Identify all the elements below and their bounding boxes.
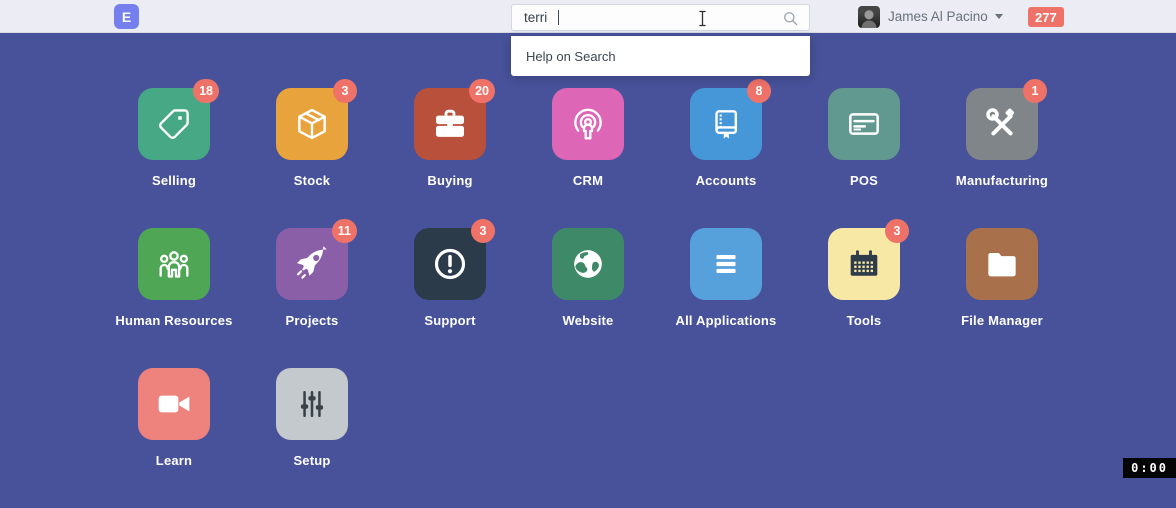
- module-tools[interactable]: 3 Tools: [795, 228, 933, 328]
- tag-icon: [155, 105, 193, 143]
- mouse-cursor-ibeam: [697, 9, 708, 33]
- search-icon[interactable]: [782, 10, 799, 27]
- tools-icon: [982, 104, 1022, 144]
- module-label: Selling: [152, 173, 196, 188]
- module-label: Manufacturing: [956, 173, 1048, 188]
- module-label: Learn: [156, 453, 192, 468]
- module-accounts[interactable]: 8 Accounts: [657, 88, 795, 188]
- module-label: Setup: [293, 453, 330, 468]
- globe-icon: [568, 244, 608, 284]
- module-icon-box[interactable]: 1: [966, 88, 1038, 160]
- rocket-icon: [292, 244, 332, 284]
- module-label: Projects: [286, 313, 339, 328]
- module-icon-box[interactable]: 11: [276, 228, 348, 300]
- people-icon: [154, 244, 194, 284]
- package-icon: [293, 105, 331, 143]
- module-label: Support: [424, 313, 475, 328]
- search-dropdown-item[interactable]: Help on Search: [526, 49, 616, 64]
- module-label: Tools: [847, 313, 882, 328]
- calendar-icon: [845, 245, 883, 283]
- module-projects[interactable]: 11 Projects: [243, 228, 381, 328]
- module-icon-box[interactable]: [966, 228, 1038, 300]
- issue-icon: [430, 244, 470, 284]
- module-label: Accounts: [696, 173, 757, 188]
- module-crm[interactable]: CRM: [519, 88, 657, 188]
- user-area: James Al Pacino 277: [858, 0, 1003, 33]
- module-badge-count: 3: [885, 219, 909, 243]
- module-buying[interactable]: 20 Buying: [381, 88, 519, 188]
- menu-icon: [706, 244, 746, 284]
- module-label: Website: [562, 313, 613, 328]
- avatar[interactable]: [858, 6, 880, 28]
- module-badge-count: 3: [333, 79, 357, 103]
- module-icon-box[interactable]: 18: [138, 88, 210, 160]
- module-pos[interactable]: POS: [795, 88, 933, 188]
- user-menu[interactable]: James Al Pacino: [888, 9, 1003, 24]
- module-label: Buying: [427, 173, 472, 188]
- broadcast-icon: [568, 104, 608, 144]
- user-name-label: James Al Pacino: [888, 9, 988, 24]
- module-icon-box[interactable]: [552, 228, 624, 300]
- recording-timer: 0:00: [1123, 458, 1176, 478]
- module-badge-count: 18: [193, 79, 219, 103]
- module-icon-box[interactable]: [138, 368, 210, 440]
- briefcase-icon: [430, 104, 470, 144]
- module-icon-box[interactable]: 20: [414, 88, 486, 160]
- module-label: Human Resources: [115, 313, 232, 328]
- folder-icon: [982, 244, 1022, 284]
- credit-card-icon: [844, 104, 884, 144]
- video-icon: [154, 384, 194, 424]
- module-setup[interactable]: Setup: [243, 368, 381, 468]
- sliders-icon: [293, 385, 331, 423]
- text-caret: [558, 10, 559, 25]
- module-human-resources[interactable]: Human Resources: [105, 228, 243, 328]
- module-label: CRM: [573, 173, 603, 188]
- module-badge-count: 8: [747, 79, 771, 103]
- module-learn[interactable]: Learn: [105, 368, 243, 468]
- module-icon-box[interactable]: [138, 228, 210, 300]
- search-dropdown: Help on Search: [511, 36, 810, 76]
- module-support[interactable]: 3 Support: [381, 228, 519, 328]
- notification-count-badge[interactable]: 277: [1028, 7, 1064, 27]
- module-stock[interactable]: 3 Stock: [243, 88, 381, 188]
- module-badge-count: 11: [332, 219, 357, 243]
- module-selling[interactable]: 18 Selling: [105, 88, 243, 188]
- module-icon-box[interactable]: 3: [276, 88, 348, 160]
- module-icon-box[interactable]: [552, 88, 624, 160]
- global-search: Help on Search: [511, 4, 810, 31]
- module-label: File Manager: [961, 313, 1043, 328]
- module-manufacturing[interactable]: 1 Manufacturing: [933, 88, 1071, 188]
- module-all-applications[interactable]: All Applications: [657, 228, 795, 328]
- module-label: POS: [850, 173, 878, 188]
- chevron-down-icon: [995, 14, 1003, 19]
- module-label: All Applications: [676, 313, 777, 328]
- module-label: Stock: [294, 173, 330, 188]
- module-badge-count: 1: [1023, 79, 1047, 103]
- module-icon-box[interactable]: [276, 368, 348, 440]
- module-badge-count: 3: [471, 219, 495, 243]
- module-icon-box[interactable]: 8: [690, 88, 762, 160]
- desk-background: 18 Selling 3 Stock 20 Buying CRM 8 Accou…: [0, 33, 1176, 478]
- module-icon-box[interactable]: 3: [828, 228, 900, 300]
- module-website[interactable]: Website: [519, 228, 657, 328]
- module-icon-box[interactable]: 3: [414, 228, 486, 300]
- module-badge-count: 20: [469, 79, 495, 103]
- module-grid: 18 Selling 3 Stock 20 Buying CRM 8 Accou…: [105, 33, 1071, 508]
- module-icon-box[interactable]: [690, 228, 762, 300]
- module-file-manager[interactable]: File Manager: [933, 228, 1071, 328]
- search-input[interactable]: [511, 4, 810, 31]
- navbar: E Help on Search James Al Pacino 277: [0, 0, 1176, 33]
- ledger-icon: [707, 105, 745, 143]
- module-icon-box[interactable]: [828, 88, 900, 160]
- app-logo[interactable]: E: [114, 4, 139, 29]
